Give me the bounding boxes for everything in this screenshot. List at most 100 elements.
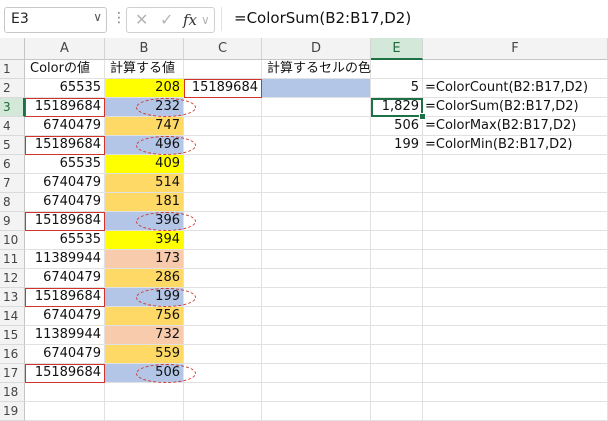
cell[interactable] — [105, 383, 184, 402]
header-calc-color[interactable]: 計算するセルの色 — [262, 60, 371, 79]
color-value-cell[interactable]: 15189684 — [25, 212, 105, 231]
cell[interactable] — [423, 250, 608, 269]
color-value-cell[interactable]: 6740479 — [25, 345, 105, 364]
color-value-cell[interactable]: 6740479 — [25, 174, 105, 193]
cell[interactable] — [184, 326, 262, 345]
column-header-b[interactable]: B — [105, 38, 184, 60]
cell[interactable] — [423, 345, 608, 364]
enter-icon[interactable]: ✓ — [160, 8, 173, 32]
cell[interactable] — [423, 402, 608, 421]
cell[interactable] — [262, 193, 371, 212]
row-header-3[interactable]: 3 — [0, 98, 25, 117]
cell[interactable] — [262, 364, 371, 383]
cell[interactable] — [423, 155, 608, 174]
row-header-18[interactable]: 18 — [0, 383, 25, 402]
cell[interactable] — [184, 250, 262, 269]
formula-text[interactable]: =ColorSum(B2:B17,D2) — [234, 9, 411, 27]
cell[interactable] — [262, 174, 371, 193]
row-header-5[interactable]: 5 — [0, 136, 25, 155]
calc-value-cell[interactable]: 208 — [105, 79, 184, 98]
cell[interactable] — [184, 345, 262, 364]
cell[interactable] — [371, 383, 423, 402]
color-value-cell[interactable]: 6740479 — [25, 193, 105, 212]
cell[interactable] — [423, 269, 608, 288]
calc-value-cell[interactable]: 173 — [105, 250, 184, 269]
row-header-17[interactable]: 17 — [0, 364, 25, 383]
color-value-cell[interactable]: 11389944 — [25, 326, 105, 345]
result-value-cell[interactable]: 199 — [371, 136, 423, 155]
row-header-6[interactable]: 6 — [0, 155, 25, 174]
cell[interactable] — [184, 402, 262, 421]
formula-input[interactable]: =ColorSum(B2:B17,D2) — [221, 7, 605, 31]
cell[interactable] — [371, 307, 423, 326]
calc-value-cell[interactable]: 394 — [105, 231, 184, 250]
cell[interactable] — [184, 231, 262, 250]
row-header-12[interactable]: 12 — [0, 269, 25, 288]
header-color-value[interactable]: Colorの値 — [25, 60, 105, 79]
cell[interactable] — [371, 345, 423, 364]
row-header-16[interactable]: 16 — [0, 345, 25, 364]
cell[interactable] — [262, 212, 371, 231]
result-value-cell[interactable]: 1,829 — [371, 98, 423, 117]
row-header-13[interactable]: 13 — [0, 288, 25, 307]
calc-value-cell[interactable]: 756 — [105, 307, 184, 326]
cell[interactable] — [184, 193, 262, 212]
cell[interactable] — [262, 269, 371, 288]
cancel-icon[interactable]: ✕ — [135, 8, 148, 32]
calc-value-cell[interactable]: 496 — [105, 136, 184, 155]
cell[interactable] — [262, 326, 371, 345]
column-header-c[interactable]: C — [184, 38, 262, 60]
column-header-f[interactable]: F — [423, 38, 608, 60]
cell[interactable] — [184, 174, 262, 193]
column-header-e[interactable]: E — [371, 38, 423, 60]
row-header-2[interactable]: 2 — [0, 79, 25, 98]
cell[interactable] — [423, 193, 608, 212]
calc-value-cell[interactable]: 506 — [105, 364, 184, 383]
cell[interactable] — [262, 307, 371, 326]
cell[interactable] — [262, 155, 371, 174]
calc-value-cell[interactable]: 514 — [105, 174, 184, 193]
row-header-19[interactable]: 19 — [0, 402, 25, 421]
insert-function-icon[interactable]: fx — [183, 8, 197, 32]
result-formula-text[interactable]: =ColorMax(B2:B17,D2) — [423, 117, 608, 136]
cell[interactable] — [262, 136, 371, 155]
cell[interactable] — [371, 402, 423, 421]
cell[interactable] — [371, 364, 423, 383]
color-value-cell[interactable]: 15189684 — [25, 136, 105, 155]
reference-color-value[interactable]: 15189684 — [184, 79, 262, 98]
chevron-down-icon[interactable]: ∨ — [93, 10, 102, 24]
calc-value-cell[interactable]: 396 — [105, 212, 184, 231]
cell[interactable] — [184, 60, 262, 79]
color-value-cell[interactable]: 11389944 — [25, 250, 105, 269]
cell[interactable] — [423, 288, 608, 307]
cell[interactable] — [25, 402, 105, 421]
column-header-a[interactable]: A — [25, 38, 105, 60]
cell[interactable] — [262, 117, 371, 136]
select-all-corner[interactable] — [0, 38, 25, 60]
cell[interactable] — [184, 383, 262, 402]
cell[interactable] — [423, 212, 608, 231]
cell[interactable] — [423, 326, 608, 345]
cell[interactable] — [184, 307, 262, 326]
cell[interactable] — [184, 155, 262, 174]
cell[interactable] — [371, 231, 423, 250]
result-formula-text[interactable]: =ColorCount(B2:B17,D2) — [423, 79, 608, 98]
row-header-8[interactable]: 8 — [0, 193, 25, 212]
cell[interactable] — [184, 136, 262, 155]
cell[interactable] — [371, 288, 423, 307]
result-value-cell[interactable]: 5 — [371, 79, 423, 98]
cell[interactable] — [423, 364, 608, 383]
result-value-cell[interactable]: 506 — [371, 117, 423, 136]
result-formula-text[interactable]: =ColorSum(B2:B17,D2) — [423, 98, 608, 117]
cell[interactable] — [371, 326, 423, 345]
cell[interactable] — [262, 383, 371, 402]
cell[interactable] — [423, 383, 608, 402]
reference-color-cell[interactable] — [262, 79, 371, 98]
cell[interactable] — [423, 174, 608, 193]
cell[interactable] — [371, 212, 423, 231]
color-value-cell[interactable]: 15189684 — [25, 364, 105, 383]
cell[interactable] — [423, 60, 608, 79]
cell[interactable] — [184, 288, 262, 307]
row-header-15[interactable]: 15 — [0, 326, 25, 345]
cell[interactable] — [262, 288, 371, 307]
